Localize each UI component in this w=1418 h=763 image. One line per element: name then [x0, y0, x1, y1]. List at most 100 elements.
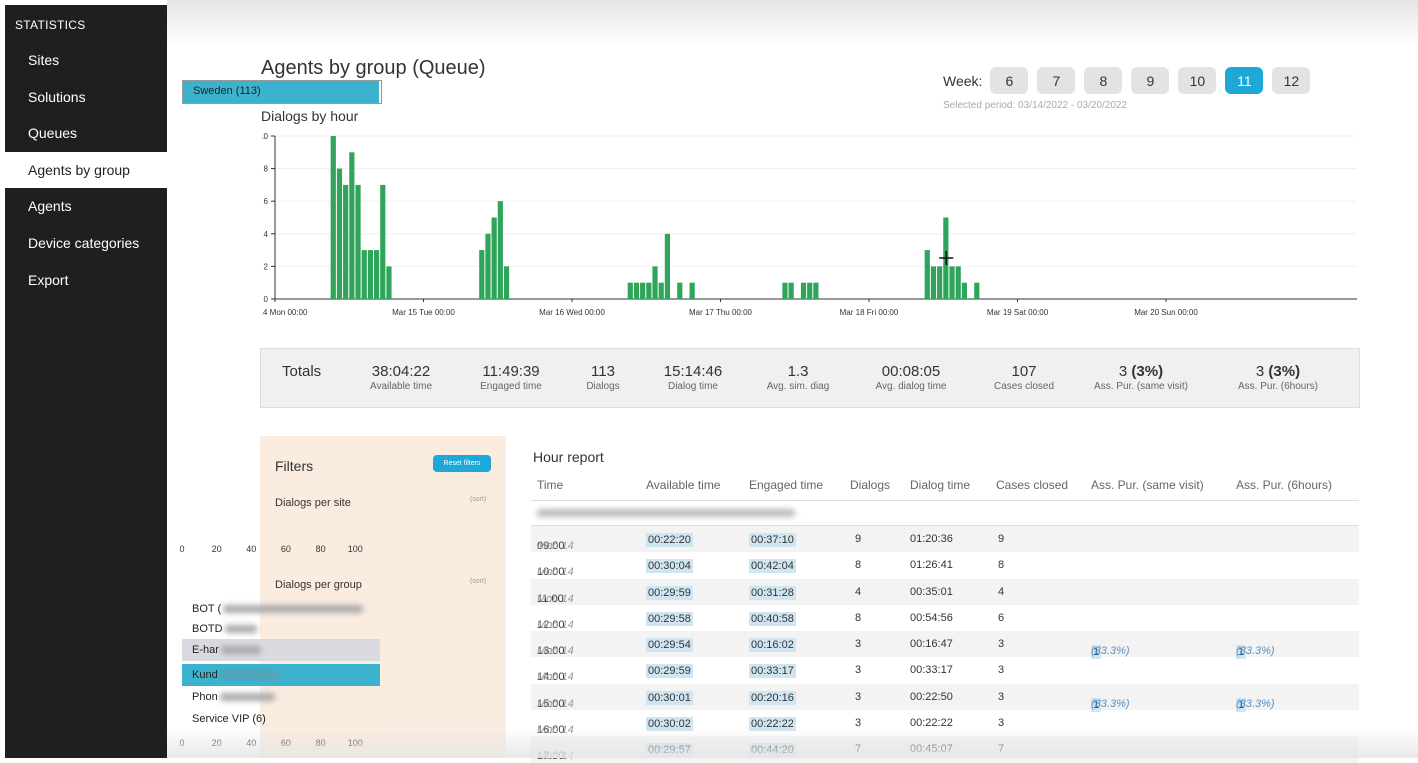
chart-bar[interactable]	[374, 250, 380, 299]
cell-available-time: 00:29:54	[646, 638, 693, 653]
cell-dialog-time: 01:26:41	[910, 559, 953, 572]
chart-bar[interactable]	[689, 282, 695, 299]
chart-bar[interactable]	[361, 250, 367, 299]
cell-dialogs: 4	[855, 585, 862, 598]
group-axis-tick: 40	[246, 738, 257, 748]
chart-bar[interactable]	[937, 266, 943, 299]
cell-dialogs: 3	[855, 717, 862, 730]
sidebar-item-sites[interactable]: Sites	[5, 42, 167, 79]
week-button-8[interactable]: 8	[1084, 67, 1123, 94]
chart-bar[interactable]	[479, 250, 485, 299]
group-filter-item[interactable]: Service VIP (6)	[182, 708, 380, 730]
cell-available-time: 00:29:59	[646, 664, 693, 679]
column-header[interactable]: Engaged time	[749, 478, 823, 492]
chart-bar[interactable]	[491, 217, 497, 300]
chart-bar[interactable]	[627, 282, 633, 299]
chart-bar[interactable]	[386, 266, 392, 299]
week-button-6[interactable]: 6	[990, 67, 1029, 94]
column-header[interactable]: Dialog time	[910, 478, 970, 492]
chart-bar[interactable]	[646, 282, 652, 299]
cell-cases-closed: 6	[998, 611, 1005, 624]
cell-dialogs: 8	[855, 611, 862, 624]
chart-bar[interactable]	[930, 266, 937, 299]
chart-bar[interactable]	[782, 282, 788, 299]
week-button-7[interactable]: 7	[1037, 67, 1076, 94]
site-axis-tick: 60	[280, 544, 291, 554]
chart-bar[interactable]	[658, 282, 664, 299]
dialogs-per-group-title: Dialogs per group	[275, 579, 362, 591]
cell-engaged-time: 00:16:02	[749, 638, 796, 653]
group-sort-link[interactable]: (sort)	[470, 578, 486, 585]
y-tick-label: 8	[264, 165, 269, 174]
y-tick-label: 4	[264, 230, 269, 239]
week-button-11[interactable]: 11	[1225, 67, 1264, 94]
chart-bar[interactable]	[380, 184, 386, 299]
chart-bar[interactable]	[633, 282, 640, 299]
chart-bar[interactable]	[664, 233, 670, 299]
site-filter-bar[interactable]: Sweden (113)	[182, 80, 382, 104]
chart-bar[interactable]	[677, 282, 683, 299]
chart-bar[interactable]	[497, 201, 503, 299]
group-filter-item[interactable]: Phon	[182, 686, 380, 708]
chart-bar[interactable]	[367, 250, 373, 299]
chart-bar[interactable]	[485, 233, 491, 299]
week-button-12[interactable]: 12	[1272, 67, 1311, 94]
sidebar-item-queues[interactable]: Queues	[5, 115, 167, 152]
column-header[interactable]: Ass. Pur. (6hours)	[1236, 478, 1332, 492]
table-row: 09:00 Mon 14 00:22:20 00:37:10 9 01:20:36 9	[531, 526, 1359, 553]
hour-report-header: Time Available time Engaged time Dialogs…	[531, 470, 1359, 501]
chart-bar[interactable]	[336, 168, 343, 299]
chart-bar[interactable]	[788, 282, 794, 299]
chart-bar[interactable]	[349, 152, 355, 299]
chart-bar[interactable]	[974, 282, 980, 299]
column-header[interactable]: Time	[537, 478, 563, 492]
sidebar-item-device-categories[interactable]: Device categories	[5, 225, 167, 262]
week-button-9[interactable]: 9	[1131, 67, 1170, 94]
group-filter-item[interactable]: E-har	[182, 639, 380, 661]
cell-engaged-time: 00:20:16	[749, 690, 796, 705]
y-tick-label: 0	[264, 295, 269, 304]
chart-bar[interactable]	[503, 266, 510, 299]
chart-bar[interactable]	[961, 282, 967, 299]
chart-bar[interactable]	[355, 184, 361, 299]
sidebar-item-export[interactable]: Export	[5, 262, 167, 299]
column-header[interactable]: Dialogs	[850, 478, 890, 492]
table-row: 13:00 Mon 14 00:29:54 00:16:02 3 00:16:47 3 1 …	[531, 631, 1359, 660]
total-ass-pur-6hours: 3 (3%) Ass. Pur. (6hours)	[1237, 363, 1319, 392]
x-tick-label: Mar 20 Sun 00:00	[1134, 308, 1198, 317]
chart-bar[interactable]	[343, 184, 349, 299]
chart-bar[interactable]	[652, 266, 658, 299]
sidebar-item-agents-by-group[interactable]: Agents by group	[5, 151, 167, 189]
chart-bar[interactable]	[955, 266, 961, 299]
y-tick-label: 2	[264, 262, 269, 271]
column-header[interactable]: Cases closed	[996, 478, 1068, 492]
site-sort-link[interactable]: (sort)	[470, 496, 486, 503]
group-filter-item[interactable]: BOTD	[182, 618, 380, 640]
column-header[interactable]: Ass. Pur. (same visit)	[1091, 478, 1204, 492]
site-axis-tick: 100	[347, 544, 363, 554]
chart-bar[interactable]	[807, 282, 813, 299]
cell-available-time: 00:29:59	[646, 585, 693, 600]
chart-bar[interactable]	[640, 282, 646, 299]
sidebar-item-agents[interactable]: Agents	[5, 188, 167, 225]
cell-dialog-time: 00:22:22	[910, 717, 953, 730]
cell-dialogs: 3	[855, 690, 862, 703]
cell-available-time: 00:30:02	[646, 717, 693, 732]
sidebar-item-solutions[interactable]: Solutions	[5, 79, 167, 116]
chart-bar[interactable]	[330, 136, 336, 299]
column-header[interactable]: Available time	[646, 478, 720, 492]
chart-bar[interactable]	[924, 250, 930, 299]
chart-bar[interactable]	[949, 266, 955, 299]
group-axis-tick: 100	[347, 738, 363, 748]
filters-title: Filters	[275, 458, 314, 474]
selected-period: Selected period: 03/14/2022 - 03/20/2022	[943, 100, 1128, 111]
group-filter-item-selected[interactable]: Kund	[182, 664, 380, 686]
x-tick-label: Mar 17 Thu 00:00	[689, 308, 753, 317]
reset-filters-button[interactable]: Reset filters	[433, 455, 491, 472]
cell-dialog-time: 00:22:50	[910, 690, 953, 703]
week-button-10[interactable]: 10	[1178, 67, 1217, 94]
chart-bar[interactable]	[800, 282, 807, 299]
chart-bar[interactable]	[813, 282, 819, 299]
cell-engaged-time: 00:42:04	[749, 559, 796, 574]
group-filter-item[interactable]: BOT (	[182, 598, 380, 620]
